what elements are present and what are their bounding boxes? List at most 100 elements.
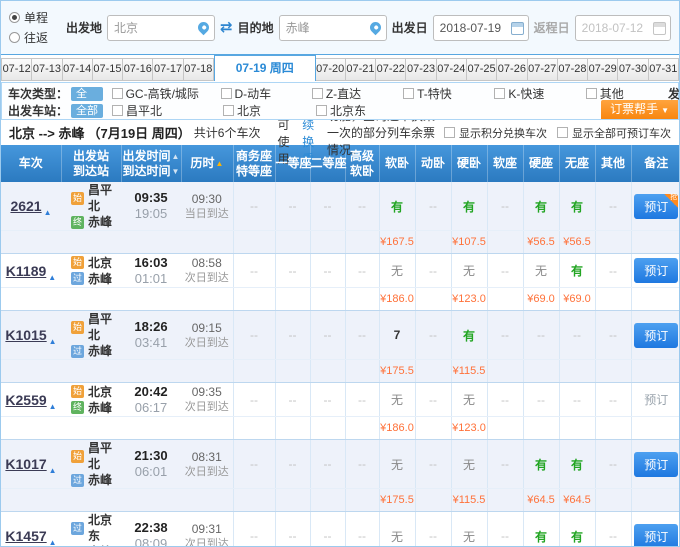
checkbox-icon[interactable] bbox=[221, 88, 232, 99]
seat-cell: -- bbox=[595, 182, 631, 231]
seat-cell: -- bbox=[233, 383, 275, 417]
radio-icon[interactable] bbox=[9, 32, 20, 43]
train-number-link[interactable]: K1017 bbox=[5, 456, 46, 472]
train-number-link[interactable]: 2621 bbox=[10, 198, 41, 214]
points-exchange-label: 显示积分兑换车次 bbox=[459, 125, 547, 141]
date-tab[interactable]: 07-21 bbox=[346, 58, 376, 81]
column-header[interactable]: 无座 bbox=[559, 145, 595, 182]
checkbox-icon[interactable] bbox=[403, 88, 414, 99]
checkbox-icon[interactable] bbox=[557, 127, 568, 138]
checkbox-icon[interactable] bbox=[112, 105, 123, 116]
to-city-input[interactable]: 赤峰 bbox=[279, 15, 387, 41]
booking-helper-button[interactable]: 订票帮手▼ bbox=[601, 100, 678, 119]
date-tab[interactable]: 07-13 bbox=[32, 58, 62, 81]
column-header[interactable]: 出发时间▲到达时间▼ bbox=[121, 145, 181, 182]
date-tab[interactable]: 07-29 bbox=[588, 58, 618, 81]
filter-option[interactable]: GC-高铁/城际 bbox=[112, 85, 212, 102]
column-header[interactable]: 出发站到达站 bbox=[61, 145, 121, 182]
date-tab[interactable]: 07-20 bbox=[316, 58, 346, 81]
column-header[interactable]: 历时▲ bbox=[181, 145, 233, 182]
checkbox-icon[interactable] bbox=[112, 88, 123, 99]
column-header[interactable]: 备注 bbox=[631, 145, 680, 182]
filter-option[interactable]: T-特快 bbox=[403, 85, 485, 102]
filter-option[interactable]: 昌平北 bbox=[112, 102, 214, 119]
date-tab[interactable]: 07-27 bbox=[528, 58, 558, 81]
filter-option[interactable]: 北京东 bbox=[316, 102, 400, 119]
calendar-icon[interactable] bbox=[511, 22, 524, 35]
date-tab[interactable]: 07-30 bbox=[618, 58, 648, 81]
checkbox-icon[interactable] bbox=[312, 88, 323, 99]
price-cell bbox=[559, 417, 595, 440]
date-tab[interactable]: 07-12 bbox=[1, 58, 32, 81]
location-pin-icon bbox=[196, 19, 212, 35]
expand-toggle-icon[interactable]: ▲ bbox=[44, 208, 52, 217]
date-tab[interactable]: 07-25 bbox=[467, 58, 497, 81]
date-tab[interactable]: 07-26 bbox=[497, 58, 527, 81]
expand-toggle-icon[interactable]: ▲ bbox=[49, 337, 57, 346]
radio-icon[interactable] bbox=[9, 12, 20, 23]
column-header[interactable]: 硬卧 bbox=[451, 145, 487, 182]
date-tab[interactable]: 07-28 bbox=[558, 58, 588, 81]
book-button[interactable]: 预订 bbox=[634, 323, 678, 348]
date-tab[interactable]: 07-14 bbox=[63, 58, 93, 81]
price-cell: ¥56.5 bbox=[559, 231, 595, 254]
expand-toggle-icon[interactable]: ▲ bbox=[49, 466, 57, 475]
date-tab[interactable]: 07-24 bbox=[437, 58, 467, 81]
price-spacer-cell bbox=[631, 288, 680, 311]
column-header[interactable]: 软座 bbox=[487, 145, 523, 182]
radio-one-way[interactable]: 单程 bbox=[9, 9, 48, 26]
sort-icon[interactable]: ▲ bbox=[216, 159, 224, 168]
filter-option[interactable]: K-快速 bbox=[494, 85, 576, 102]
checkbox-icon[interactable] bbox=[223, 105, 234, 116]
checkbox-icon[interactable] bbox=[494, 88, 505, 99]
checkbox-icon[interactable] bbox=[586, 88, 597, 99]
date-tab[interactable]: 07-16 bbox=[123, 58, 153, 81]
from-city-input[interactable]: 北京 bbox=[107, 15, 215, 41]
sort-icon[interactable]: ▼ bbox=[172, 167, 180, 176]
swap-cities-icon[interactable]: ⇄ bbox=[220, 20, 233, 35]
expand-toggle-icon[interactable]: ▲ bbox=[49, 538, 57, 547]
train-number-cell: K1015▲ bbox=[1, 311, 61, 360]
checkbox-icon[interactable] bbox=[444, 127, 455, 138]
train-number-cell: K1457▲ bbox=[1, 512, 61, 547]
expand-toggle-icon[interactable]: ▲ bbox=[49, 402, 57, 411]
price-cell bbox=[595, 288, 631, 311]
column-header[interactable]: 车次 bbox=[1, 145, 61, 182]
filter-option[interactable]: Z-直达 bbox=[312, 85, 394, 102]
filter-option[interactable]: D-动车 bbox=[221, 85, 303, 102]
price-cell bbox=[415, 231, 451, 254]
price-spacer-cell bbox=[121, 417, 181, 440]
duration-cell: 09:35次日到达 bbox=[181, 383, 233, 417]
book-button[interactable]: 预订抢 bbox=[634, 194, 678, 219]
train-number-link[interactable]: K1189 bbox=[6, 263, 46, 279]
price-cell bbox=[487, 489, 523, 512]
book-button[interactable]: 预订 bbox=[634, 524, 678, 547]
date-tab[interactable]: 07-17 bbox=[153, 58, 183, 81]
checkbox-icon[interactable] bbox=[316, 105, 327, 116]
date-tab-selected[interactable]: 07-19 周四 bbox=[214, 55, 316, 81]
book-button[interactable]: 预订 bbox=[634, 258, 678, 283]
sort-icon[interactable]: ▲ bbox=[172, 152, 180, 161]
filter-option[interactable]: 北京 bbox=[223, 102, 307, 119]
column-header[interactable]: 硬座 bbox=[523, 145, 559, 182]
date-tab[interactable]: 07-18 bbox=[184, 58, 214, 81]
train-number-link[interactable]: K1457 bbox=[5, 528, 46, 544]
column-header[interactable]: 其他 bbox=[595, 145, 631, 182]
date-tab[interactable]: 07-15 bbox=[93, 58, 123, 81]
column-header[interactable]: 高级软卧 bbox=[345, 145, 379, 182]
filter-all-badge[interactable]: 全部 bbox=[71, 87, 103, 101]
depart-date-input[interactable]: 2018-07-19 bbox=[433, 15, 529, 41]
date-tab[interactable]: 07-22 bbox=[376, 58, 406, 81]
book-button[interactable]: 预订 bbox=[634, 452, 678, 477]
show-all-bookable-checkbox[interactable]: 显示全部可预订车次 bbox=[557, 125, 671, 141]
points-exchange-checkbox[interactable]: 显示积分兑换车次 bbox=[444, 125, 547, 141]
filter-all-badge[interactable]: 全部 bbox=[71, 104, 103, 118]
date-tab[interactable]: 07-31 bbox=[649, 58, 679, 81]
train-number-link[interactable]: K2559 bbox=[5, 392, 46, 408]
column-header[interactable]: 商务座特等座 bbox=[233, 145, 275, 182]
date-tab[interactable]: 07-23 bbox=[406, 58, 436, 81]
price-cell bbox=[233, 360, 275, 383]
radio-round-trip[interactable]: 往返 bbox=[9, 29, 48, 46]
expand-toggle-icon[interactable]: ▲ bbox=[48, 273, 56, 282]
train-number-link[interactable]: K1015 bbox=[5, 327, 46, 343]
